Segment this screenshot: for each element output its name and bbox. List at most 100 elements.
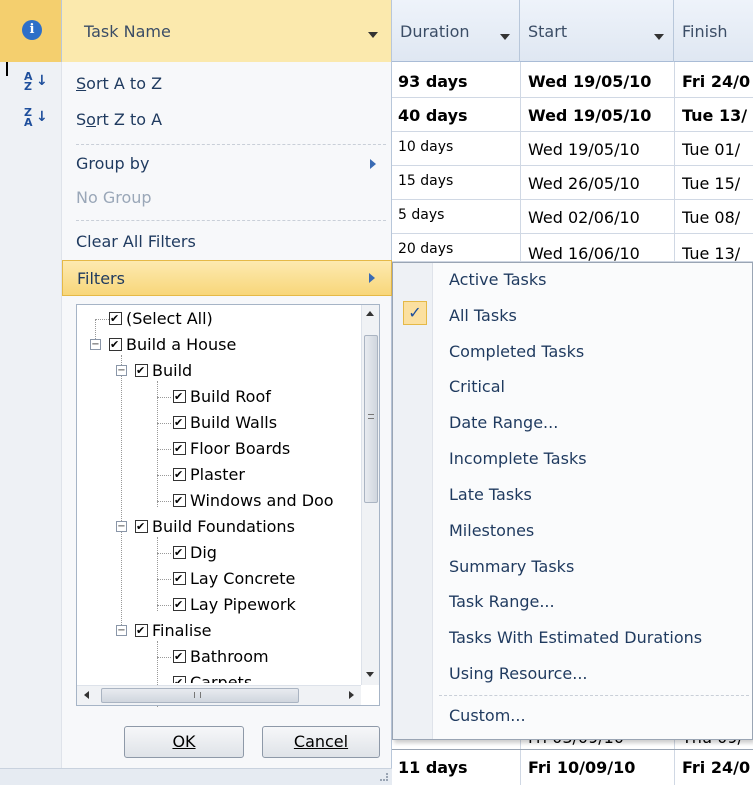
sort-z-to-a-item[interactable]: Sort Z to A [62, 102, 392, 138]
checkbox[interactable] [173, 489, 186, 513]
filter-item-date-range[interactable]: Date Range... [449, 406, 558, 440]
checkbox[interactable] [135, 619, 148, 643]
filter-checklist-tree[interactable]: (Select All) − Build a House − Build Bui… [76, 304, 380, 707]
filter-item-incomplete-tasks[interactable]: Incomplete Tasks [449, 442, 587, 476]
group-by-item[interactable]: Group by [62, 146, 392, 182]
tree-item-build-walls[interactable]: Build Walls [173, 411, 277, 435]
tree-item-select-all[interactable]: (Select All) [109, 307, 213, 331]
finish-cell[interactable]: Tue 08/ [682, 202, 740, 234]
checkbox[interactable] [173, 671, 186, 683]
filters-item[interactable]: Filters [62, 260, 392, 296]
table-row[interactable]: Fri 03/09/10 Thu 09/ [392, 740, 753, 750]
tree-item-build-roof[interactable]: Build Roof [173, 385, 271, 409]
filter-item-using-resource[interactable]: Using Resource... [449, 657, 588, 691]
filter-item-all-tasks[interactable]: All Tasks [449, 299, 517, 333]
cancel-button[interactable]: Cancel [262, 726, 380, 758]
info-icon[interactable]: i [22, 20, 42, 40]
duration-cell[interactable]: 5 days [398, 202, 444, 234]
finish-cell[interactable]: Fri 24/0 [682, 66, 750, 98]
duration-cell[interactable]: 11 days [398, 752, 468, 784]
finish-cell[interactable]: Tue 13/ [682, 238, 740, 261]
checkbox[interactable] [173, 385, 186, 409]
tree-item-build[interactable]: Build [135, 359, 192, 383]
start-cell[interactable]: Wed 02/06/10 [528, 202, 640, 234]
duration-cell[interactable]: 40 days [398, 100, 468, 132]
filter-item-active-tasks[interactable]: Active Tasks [449, 263, 546, 297]
scroll-up-icon[interactable] [366, 311, 374, 316]
table-row[interactable]: 20 days Wed 16/06/10 Tue 13/ [392, 236, 753, 262]
horizontal-scrollbar[interactable] [77, 685, 361, 705]
duration-cell[interactable]: 93 days [398, 66, 468, 98]
tree-item-dig[interactable]: Dig [173, 541, 217, 565]
duration-cell[interactable]: 10 days [398, 134, 453, 166]
start-cell[interactable]: Wed 19/05/10 [528, 134, 640, 166]
checkbox[interactable] [173, 437, 186, 461]
table-row[interactable]: 40 days Wed 19/05/10 Tue 13/ [392, 100, 753, 132]
dropdown-arrow-icon[interactable] [368, 32, 378, 38]
finish-cell[interactable]: Thu 09/ [682, 740, 743, 749]
start-cell[interactable]: Fri 10/09/10 [528, 752, 635, 784]
filter-item-task-range[interactable]: Task Range... [449, 585, 555, 619]
tree-item-lay-pipework[interactable]: Lay Pipework [173, 593, 296, 617]
finish-cell[interactable]: Tue 01/ [682, 134, 740, 166]
filter-item-estimated-durations[interactable]: Tasks With Estimated Durations [449, 621, 702, 655]
tree-item-windows-and-doors[interactable]: Windows and Doo [173, 489, 361, 513]
finish-cell[interactable]: Tue 15/ [682, 168, 740, 200]
start-cell[interactable]: Wed 19/05/10 [528, 66, 651, 98]
filter-item-summary-tasks[interactable]: Summary Tasks [449, 550, 574, 584]
tree-item-bathroom[interactable]: Bathroom [173, 645, 269, 669]
checkbox[interactable] [173, 593, 186, 617]
checkbox[interactable] [135, 359, 148, 383]
filter-item-critical[interactable]: Critical [449, 370, 505, 404]
tree-item-lay-concrete[interactable]: Lay Concrete [173, 567, 295, 591]
finish-column-header[interactable]: Finish [674, 0, 753, 62]
scroll-left-icon[interactable] [84, 691, 89, 699]
resize-grip-icon[interactable] [380, 773, 388, 781]
table-row[interactable]: 93 days Wed 19/05/10 Fri 24/0 [392, 66, 753, 98]
filter-item-late-tasks[interactable]: Late Tasks [449, 478, 532, 512]
start-cell[interactable]: Wed 16/06/10 [528, 238, 640, 261]
checkbox[interactable] [173, 541, 186, 565]
duration-column-header[interactable]: Duration [392, 0, 520, 62]
checkbox[interactable] [173, 567, 186, 591]
table-row[interactable]: 11 days Fri 10/09/10 Fri 24/0 [392, 752, 753, 784]
checkbox[interactable] [109, 307, 122, 331]
start-cell[interactable]: Wed 26/05/10 [528, 168, 640, 200]
table-row[interactable]: 10 days Wed 19/05/10 Tue 01/ [392, 134, 753, 166]
duration-cell[interactable]: 20 days [398, 236, 453, 261]
scroll-right-icon[interactable] [349, 691, 354, 699]
checkbox[interactable] [173, 645, 186, 669]
collapse-icon[interactable]: − [116, 365, 127, 376]
tree-item-carpets[interactable]: Carpets [173, 671, 252, 683]
tree-item-finalise[interactable]: Finalise [135, 619, 212, 643]
tree-item-build-a-house[interactable]: Build a House [109, 333, 236, 357]
select-all-cell[interactable]: i [0, 0, 62, 62]
collapse-icon[interactable]: − [116, 521, 127, 532]
scroll-down-icon[interactable] [366, 672, 374, 677]
finish-cell[interactable]: Tue 13/ [682, 100, 747, 132]
checkbox[interactable] [135, 515, 148, 539]
checkbox[interactable] [109, 333, 122, 357]
finish-cell[interactable]: Fri 24/0 [682, 752, 750, 784]
filter-item-milestones[interactable]: Milestones [449, 514, 534, 548]
dropdown-arrow-icon[interactable] [654, 34, 664, 40]
ok-button[interactable]: OK [124, 726, 244, 758]
table-row[interactable]: 15 days Wed 26/05/10 Tue 15/ [392, 168, 753, 200]
tree-item-plaster[interactable]: Plaster [173, 463, 245, 487]
tree-item-build-foundations[interactable]: Build Foundations [135, 515, 295, 539]
checkbox[interactable] [173, 411, 186, 435]
collapse-icon[interactable]: − [116, 625, 127, 636]
start-column-header[interactable]: Start [520, 0, 674, 62]
vertical-scroll-thumb[interactable] [364, 335, 378, 503]
filter-item-custom[interactable]: Custom... [449, 699, 526, 733]
table-row[interactable]: 5 days Wed 02/06/10 Tue 08/ [392, 202, 753, 234]
dropdown-arrow-icon[interactable] [500, 34, 510, 40]
clear-all-filters-item[interactable]: Clear All Filters [62, 224, 392, 260]
task-name-column-header[interactable]: Task Name [62, 0, 392, 62]
collapse-icon[interactable]: − [90, 339, 101, 350]
vertical-scrollbar[interactable] [361, 305, 379, 685]
checkbox[interactable] [173, 463, 186, 487]
filter-item-completed-tasks[interactable]: Completed Tasks [449, 335, 584, 369]
horizontal-scroll-thumb[interactable] [101, 688, 299, 703]
start-cell[interactable]: Wed 19/05/10 [528, 100, 651, 132]
